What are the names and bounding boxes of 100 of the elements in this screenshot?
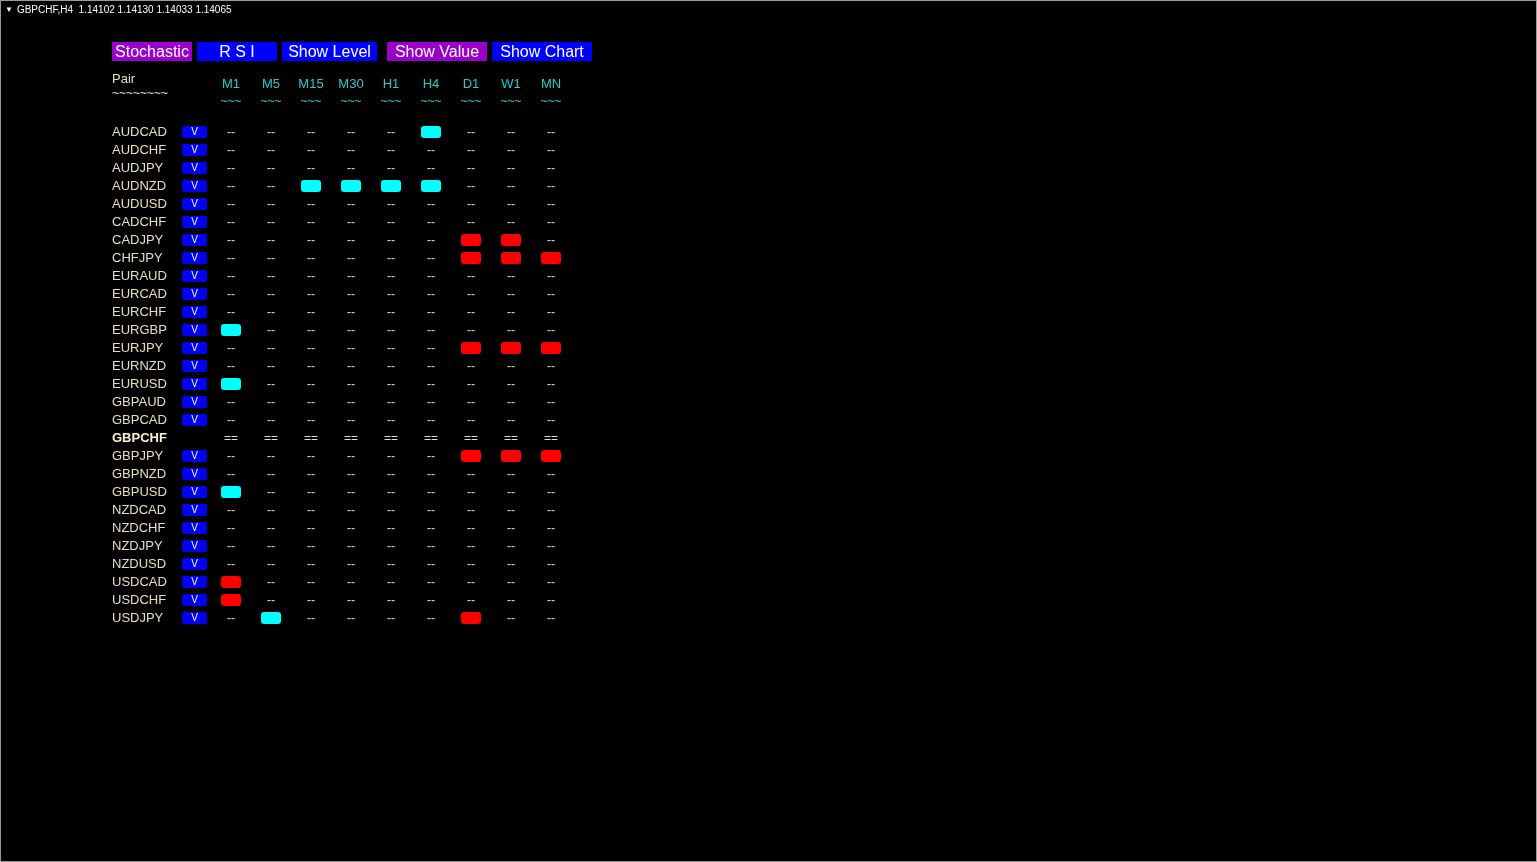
pair-label: EURAUD [112, 267, 167, 285]
empty-value: -- [227, 412, 235, 429]
view-button[interactable]: V [182, 522, 207, 534]
view-button[interactable]: V [182, 396, 207, 408]
empty-value: -- [227, 538, 235, 555]
empty-value: -- [307, 286, 315, 303]
view-button[interactable]: V [182, 450, 207, 462]
empty-value: == [264, 430, 278, 447]
empty-value: -- [387, 376, 395, 393]
empty-value: -- [227, 124, 235, 141]
empty-value: -- [547, 502, 555, 519]
view-button[interactable]: V [182, 216, 207, 228]
timeframe-header: H4 [422, 76, 440, 92]
view-button[interactable]: V [182, 306, 207, 318]
view-button[interactable]: V [182, 234, 207, 246]
empty-value: -- [547, 178, 555, 195]
empty-value: -- [507, 358, 515, 375]
empty-value: -- [467, 286, 475, 303]
empty-value: -- [387, 268, 395, 285]
dropdown-arrow-icon[interactable]: ▼ [5, 5, 13, 14]
empty-value: -- [267, 376, 275, 393]
empty-value: -- [467, 502, 475, 519]
chart-title: GBPCHF,H4 1.14102 1.14130 1.14033 1.14065 [16, 3, 232, 17]
view-button[interactable]: V [182, 324, 207, 336]
empty-value: -- [227, 304, 235, 321]
empty-value: -- [347, 322, 355, 339]
view-button[interactable]: V [182, 126, 207, 138]
pair-label: EURJPY [112, 339, 164, 357]
timeframe-header: M1 [221, 76, 241, 92]
view-button[interactable]: V [182, 162, 207, 174]
view-button[interactable]: V [182, 576, 207, 588]
empty-value: -- [427, 358, 435, 375]
view-button[interactable]: V [182, 468, 207, 480]
view-button[interactable]: V [182, 594, 207, 606]
header-underline: ~~~ [540, 94, 562, 108]
pair-label: NZDUSD [112, 555, 167, 573]
empty-value: -- [227, 160, 235, 177]
empty-value: -- [387, 286, 395, 303]
empty-value: -- [387, 592, 395, 609]
toolbar-button[interactable]: Show Chart [492, 42, 592, 61]
empty-value: -- [427, 592, 435, 609]
view-button[interactable]: V [182, 414, 207, 426]
empty-value: -- [507, 610, 515, 627]
empty-value: -- [507, 286, 515, 303]
view-button[interactable]: V [182, 540, 207, 552]
empty-value: -- [307, 412, 315, 429]
empty-value: -- [307, 592, 315, 609]
empty-value: -- [347, 250, 355, 267]
empty-value: -- [307, 196, 315, 213]
empty-value: -- [267, 394, 275, 411]
empty-value: -- [467, 376, 475, 393]
empty-value: -- [467, 394, 475, 411]
empty-value: -- [507, 124, 515, 141]
view-button[interactable]: V [182, 270, 207, 282]
empty-value: -- [267, 232, 275, 249]
view-button[interactable]: V [182, 486, 207, 498]
empty-value: -- [307, 538, 315, 555]
empty-value: -- [267, 520, 275, 537]
empty-value: -- [507, 214, 515, 231]
empty-value: -- [307, 232, 315, 249]
pair-label: CHFJPY [112, 249, 163, 267]
pair-label: GBPCAD [112, 411, 167, 429]
empty-value: -- [387, 538, 395, 555]
empty-value: -- [427, 538, 435, 555]
view-button[interactable]: V [182, 558, 207, 570]
empty-value: -- [387, 232, 395, 249]
empty-value: -- [227, 358, 235, 375]
empty-value: -- [267, 178, 275, 195]
toolbar-button[interactable]: Show Level [282, 42, 377, 61]
header-underline: ~~~ [220, 94, 242, 108]
pair-label: AUDNZD [112, 177, 167, 195]
view-button[interactable]: V [182, 198, 207, 210]
toolbar-button[interactable]: Show Value [387, 42, 487, 61]
view-button[interactable]: V [182, 252, 207, 264]
view-button[interactable]: V [182, 144, 207, 156]
empty-value: -- [387, 214, 395, 231]
view-button[interactable]: V [182, 180, 207, 192]
empty-value: -- [547, 214, 555, 231]
pair-label: USDJPY [112, 609, 164, 627]
view-button[interactable]: V [182, 288, 207, 300]
empty-value: -- [227, 232, 235, 249]
empty-value: -- [507, 592, 515, 609]
empty-value: -- [267, 124, 275, 141]
empty-value: -- [387, 484, 395, 501]
toolbar-button[interactable]: Stochastic [112, 42, 192, 61]
empty-value: -- [467, 304, 475, 321]
pair-label: USDCHF [112, 591, 167, 609]
empty-value: -- [347, 448, 355, 465]
empty-value: -- [427, 412, 435, 429]
pair-label: CADJPY [112, 231, 164, 249]
empty-value: -- [267, 322, 275, 339]
view-button[interactable]: V [182, 360, 207, 372]
view-button[interactable]: V [182, 378, 207, 390]
view-button[interactable]: V [182, 342, 207, 354]
empty-value: -- [467, 556, 475, 573]
view-button[interactable]: V [182, 612, 207, 624]
empty-value: -- [467, 142, 475, 159]
toolbar-button[interactable]: R S I [197, 42, 277, 61]
empty-value: -- [507, 322, 515, 339]
view-button[interactable]: V [182, 504, 207, 516]
